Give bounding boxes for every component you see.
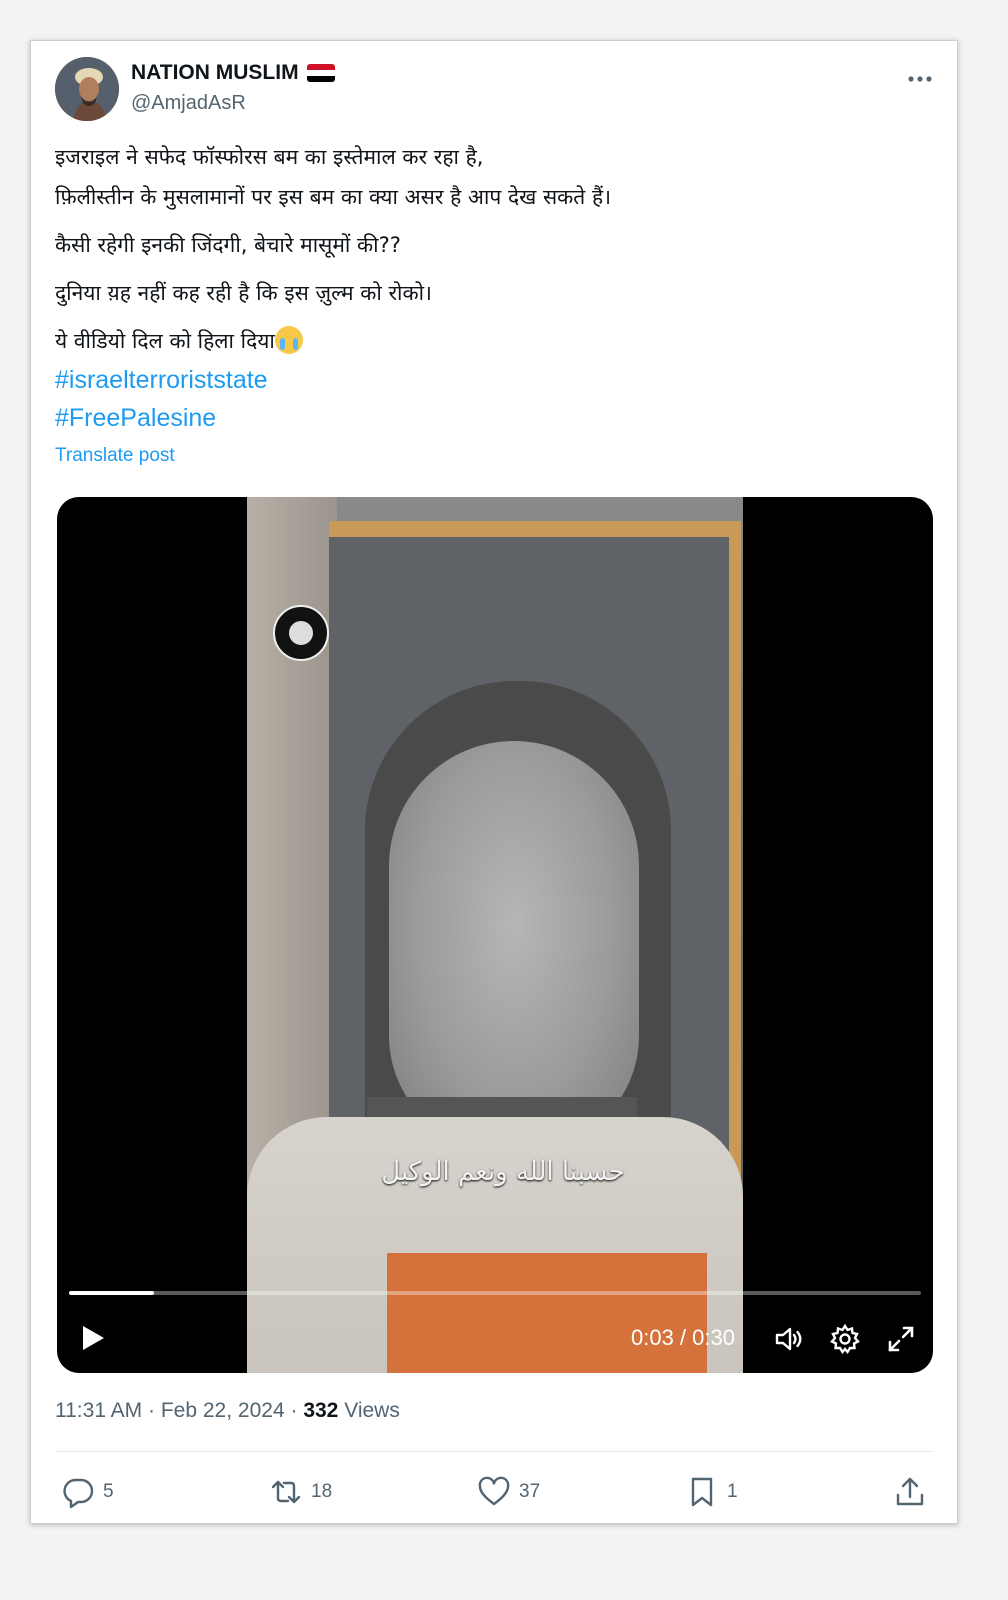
- post-line: दुनिया य़ह नहीं कह रही है कि इस ज़ुल्म क…: [55, 281, 433, 305]
- post-line-with-emoji: ये वीडियो दिल को हिला दिया: [55, 321, 925, 361]
- views-label: Views: [344, 1399, 400, 1422]
- loudly-crying-face-emoji: [274, 326, 303, 354]
- hashtag-link[interactable]: #israelterroriststate: [55, 361, 925, 399]
- share-button[interactable]: [893, 1475, 927, 1509]
- channel-logo-watermark: [273, 605, 329, 661]
- play-icon[interactable]: [77, 1323, 107, 1353]
- reply-icon: [63, 1478, 94, 1509]
- repost-count: 18: [311, 1481, 333, 1502]
- like-count: 37: [519, 1481, 541, 1502]
- author-name-row: NATION MUSLIM: [131, 61, 335, 85]
- video-time-display: 0:03 / 0:30: [631, 1325, 735, 1350]
- bookmark-icon: [691, 1477, 713, 1507]
- video-progress-bar[interactable]: [69, 1291, 921, 1295]
- post-line: कैसी रहेगी इनकी जिंदगी, बेचारे मासूमों क…: [55, 233, 401, 257]
- bookmark-button[interactable]: 1: [685, 1475, 738, 1509]
- translate-post-link[interactable]: Translate post: [55, 437, 925, 475]
- bookmark-count: 1: [727, 1481, 738, 1502]
- video-caption: حسبنا الله ونعم الوكيل: [381, 1157, 625, 1187]
- post-body: इजराइल ने सफेद फॉस्फोरस बम का इस्तेमाल क…: [55, 137, 925, 475]
- hashtag-link[interactable]: #FreePalesine: [55, 399, 925, 437]
- avatar[interactable]: [55, 57, 119, 121]
- repost-button[interactable]: 18: [269, 1475, 332, 1509]
- post-line: ये वीडियो दिल को हिला दिया: [55, 329, 275, 353]
- settings-gear-icon[interactable]: [829, 1323, 861, 1355]
- more-options-icon[interactable]: [907, 63, 933, 89]
- display-name[interactable]: NATION MUSLIM: [131, 61, 299, 85]
- share-icon: [896, 1477, 924, 1506]
- author-handle[interactable]: @AmjadAsR: [131, 92, 246, 115]
- like-button[interactable]: 37: [477, 1475, 540, 1509]
- fullscreen-icon[interactable]: [885, 1323, 917, 1355]
- views-count: 332: [303, 1399, 339, 1422]
- reply-count: 5: [103, 1481, 114, 1502]
- separator: ·: [290, 1399, 298, 1422]
- separator: ·: [148, 1399, 156, 1422]
- post-card: NATION MUSLIM @AmjadAsR इजराइल ने सफेद फ…: [30, 40, 958, 1524]
- post-timestamp[interactable]: 11:31 AM · Feb 22, 2024 · 332 Views: [55, 1399, 400, 1423]
- video-frame: [247, 497, 743, 1373]
- divider: [55, 1451, 933, 1452]
- volume-icon[interactable]: [773, 1323, 805, 1355]
- post-line: फ़िलीस्तीन के मुसलामानों पर इस बम का क्य…: [55, 185, 612, 209]
- post-line: इजराइल ने सफेद फॉस्फोरस बम का इस्तेमाल क…: [55, 145, 484, 169]
- post-date: Feb 22, 2024: [160, 1399, 285, 1422]
- yemen-flag-emoji: [306, 64, 335, 82]
- heart-icon: [478, 1476, 510, 1506]
- repost-icon: [271, 1480, 301, 1504]
- reply-button[interactable]: 5: [61, 1475, 114, 1509]
- video-progress-fill: [69, 1291, 155, 1295]
- avatar-image: [55, 57, 119, 121]
- post-time: 11:31 AM: [55, 1399, 143, 1422]
- video-player[interactable]: حسبنا الله ونعم الوكيل 0:03 / 0:30: [57, 497, 933, 1373]
